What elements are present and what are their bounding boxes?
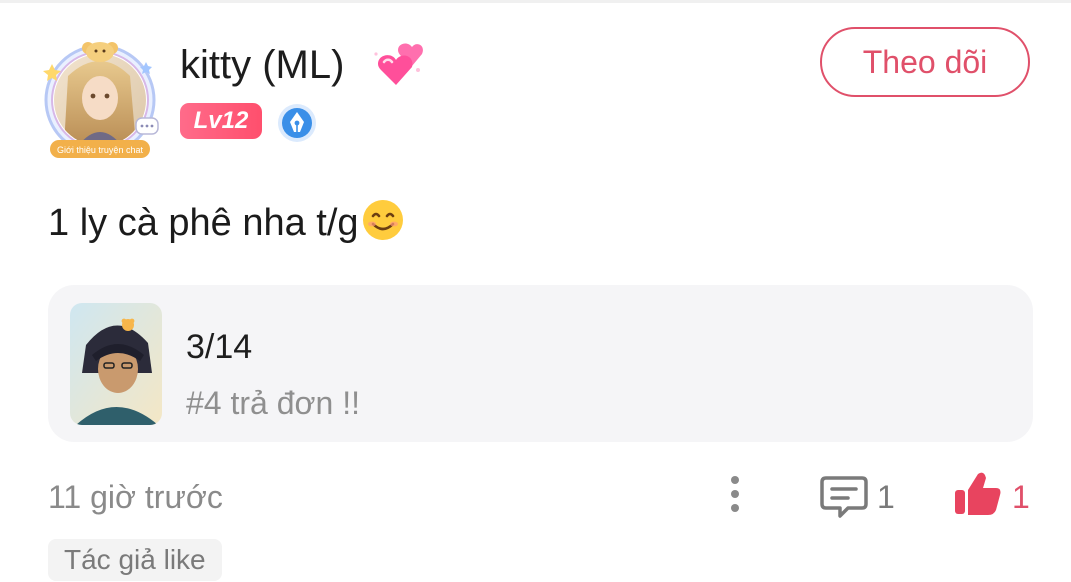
chapter-card[interactable]: 3/14 #4 trả đơn !!	[48, 285, 1033, 442]
username[interactable]: kitty (ML)	[180, 40, 344, 90]
avatar-frame-caption: Giới thiệu truyện chat	[57, 145, 143, 155]
pen-nib-badge-icon	[276, 102, 318, 144]
comment-item: Giới thiệu truyện chat kitty (ML) Lv12 T…	[0, 0, 1071, 582]
chapter-subtitle: #4 trả đơn !!	[186, 385, 360, 421]
follow-button[interactable]: Theo dõi	[820, 27, 1030, 97]
author-liked-tag: Tác giả like	[48, 539, 222, 581]
vertical-dots-icon[interactable]	[720, 472, 750, 516]
smiling-face-icon	[361, 198, 405, 242]
level-badge: Lv12	[180, 103, 262, 139]
comment-text: 1 ly cà phê nha t/g	[48, 195, 405, 251]
top-divider	[0, 0, 1071, 3]
comment-body: 1 ly cà phê nha t/g	[48, 202, 359, 244]
chapter-title: 3/14	[186, 328, 253, 366]
avatar[interactable]: Giới thiệu truyện chat	[38, 36, 162, 160]
thumbs-up-icon[interactable]	[952, 468, 1004, 520]
two-hearts-icon	[372, 40, 424, 90]
reply-count: 1	[877, 479, 895, 515]
comment-bubble-icon[interactable]	[818, 472, 870, 520]
timestamp: 11 giờ trước	[48, 479, 223, 515]
like-count: 1	[1012, 479, 1030, 515]
chapter-cover-image	[70, 303, 162, 425]
